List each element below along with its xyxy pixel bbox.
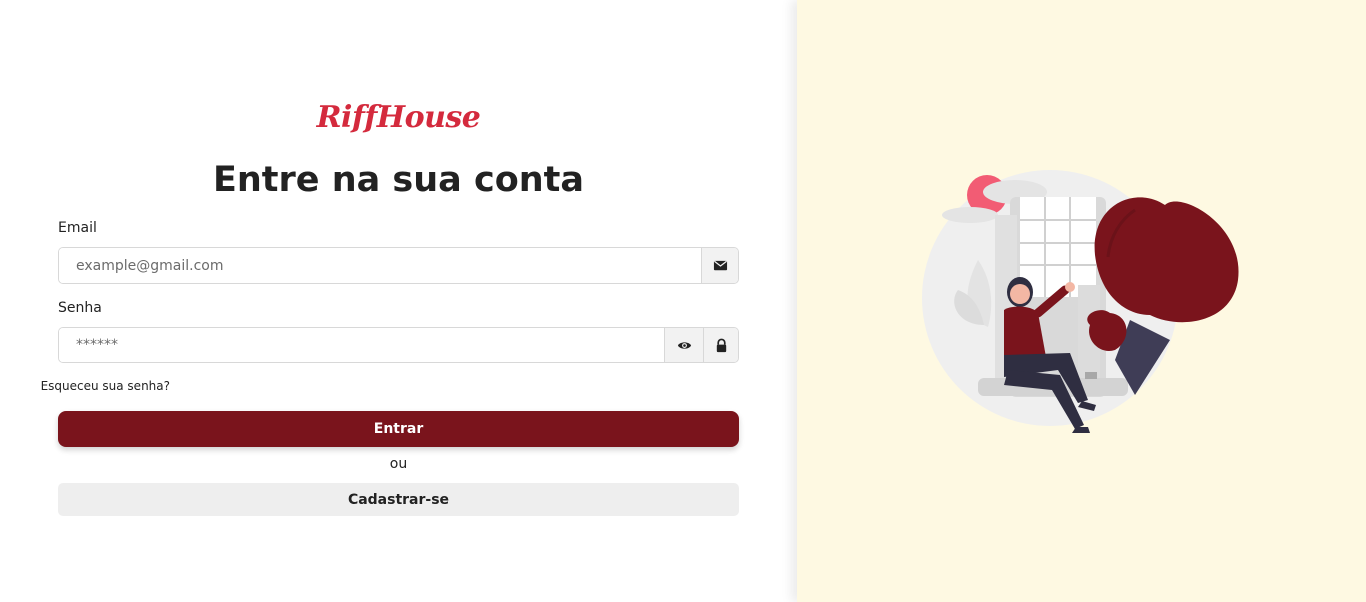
page-title: Entre na sua conta [212,160,585,200]
password-label: Senha [58,300,102,316]
login-pane: RiffHouse Entre na sua conta Email Senha… [0,0,797,602]
email-input[interactable] [59,248,701,283]
password-input-group [58,327,739,363]
window-reading-illustration [922,170,1239,433]
email-label: Email [58,220,97,236]
register-button[interactable]: Cadastrar-se [58,483,739,516]
password-input[interactable] [59,328,664,362]
divider-text: ou [389,456,408,472]
forgot-password-link[interactable]: Esqueceu sua senha? [41,379,170,393]
brand-logo: RiffHouse [316,100,481,135]
email-input-group [58,247,739,284]
eye-icon[interactable] [664,328,703,362]
login-button[interactable]: Entrar [58,411,739,447]
envelope-icon [701,248,738,283]
lock-icon [703,328,738,362]
